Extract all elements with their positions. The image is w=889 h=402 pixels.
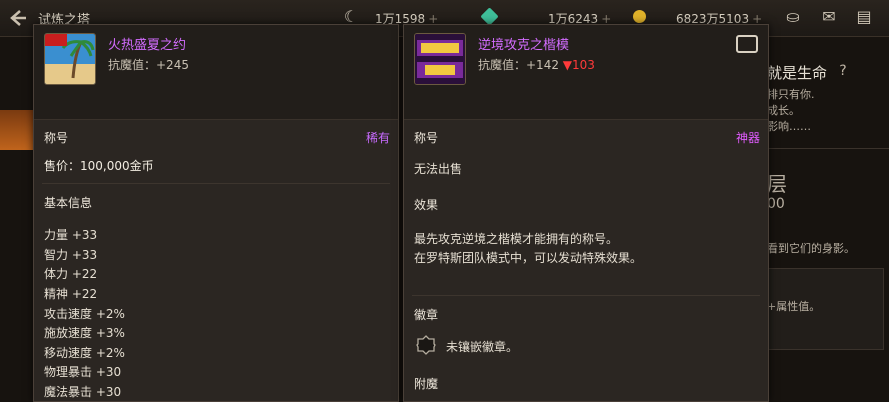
no-sell-text: 无法出售 — [414, 162, 463, 176]
stat-line: 移动速度 +2% — [44, 346, 125, 360]
bg-right-line1: 排只有你. — [767, 88, 815, 101]
effect-line-1: 最先攻克逆境之楷模才能拥有的称号。 — [414, 232, 619, 246]
type-label: 称号 — [414, 131, 439, 145]
tooltip-header: 火热盛夏之约 抗魔值：+245 — [34, 25, 398, 120]
summer-title-icon — [44, 33, 96, 85]
gem-icon — [480, 7, 499, 26]
item-resist: 抗魔值：+142 ▼103 — [478, 56, 595, 73]
item-tooltip-adversity: 逆境攻克之楷模 抗魔值：+142 ▼103 称号 神器 无法出售 效果 最先攻克… — [403, 24, 769, 402]
chat-icon[interactable]: ▤ — [853, 8, 875, 26]
sell-price: 售价：100,000金币 — [44, 159, 154, 173]
item-resist: 抗魔值：+245 — [108, 58, 189, 72]
stat-line: 施放速度 +3% — [44, 326, 125, 340]
stat-line: 物理暴击 +30 — [44, 365, 122, 379]
bg-right-line3: 影响…… — [767, 120, 811, 133]
background-left-strip — [0, 110, 33, 150]
gold-coin-icon — [633, 10, 646, 23]
divider — [42, 183, 390, 184]
item-resist-value: 抗魔值：+142 — [478, 58, 559, 72]
effect-title: 效果 — [414, 198, 439, 212]
item-tooltip-summer: 火热盛夏之约 抗魔值：+245 称号 稀有 售价：100,000金币 基本信息 … — [33, 24, 399, 402]
bg-right-title: 就是生命 — [767, 64, 828, 82]
stat-line: 智力 +33 — [44, 248, 98, 262]
stat-line: 魔法暴击 +30 — [44, 385, 122, 399]
adversity-title-icon — [414, 33, 466, 85]
bg-floor-num: 00 — [767, 196, 785, 212]
enchant-title: 附魔 — [414, 377, 439, 391]
help-icon[interactable]: ? — [832, 62, 854, 80]
basic-info-title: 基本信息 — [44, 196, 93, 210]
resist-down-value: ▼103 — [562, 58, 595, 72]
badge-empty-text: 未镶嵌徽章。 — [446, 340, 519, 354]
type-label: 称号 — [44, 131, 69, 145]
share-icon[interactable] — [736, 35, 758, 53]
item-name: 火热盛夏之约 — [108, 38, 187, 53]
stat-line: 精神 +22 — [44, 287, 98, 301]
rarity-badge: 神器 — [735, 131, 760, 145]
bg-floor-char: 层 — [767, 172, 787, 196]
pot-icon[interactable]: ⛀ — [782, 8, 804, 26]
badge-slot-icon — [416, 335, 436, 355]
back-arrow-icon[interactable] — [8, 8, 28, 28]
tooltip-header: 逆境攻克之楷模 抗魔值：+142 ▼103 — [404, 25, 768, 120]
bg-shadow-text: 看到它们的身影。 — [767, 242, 855, 255]
mail-icon[interactable]: ✉ — [818, 8, 840, 26]
bg-divider — [767, 148, 889, 149]
stat-line: 攻击速度 +2% — [44, 307, 125, 321]
stat-line: 力量 +33 — [44, 228, 98, 242]
bg-right-line2: 成长。 — [767, 104, 800, 117]
badge-title: 徽章 — [414, 308, 439, 322]
stat-line: 体力 +22 — [44, 267, 98, 281]
bg-attr-text: +属性值。 — [767, 300, 821, 313]
divider — [412, 295, 760, 296]
item-name: 逆境攻克之楷模 — [478, 38, 570, 53]
rarity-badge: 稀有 — [365, 131, 390, 145]
effect-line-2: 在罗特斯团队模式中，可以发动特殊效果。 — [414, 251, 643, 265]
